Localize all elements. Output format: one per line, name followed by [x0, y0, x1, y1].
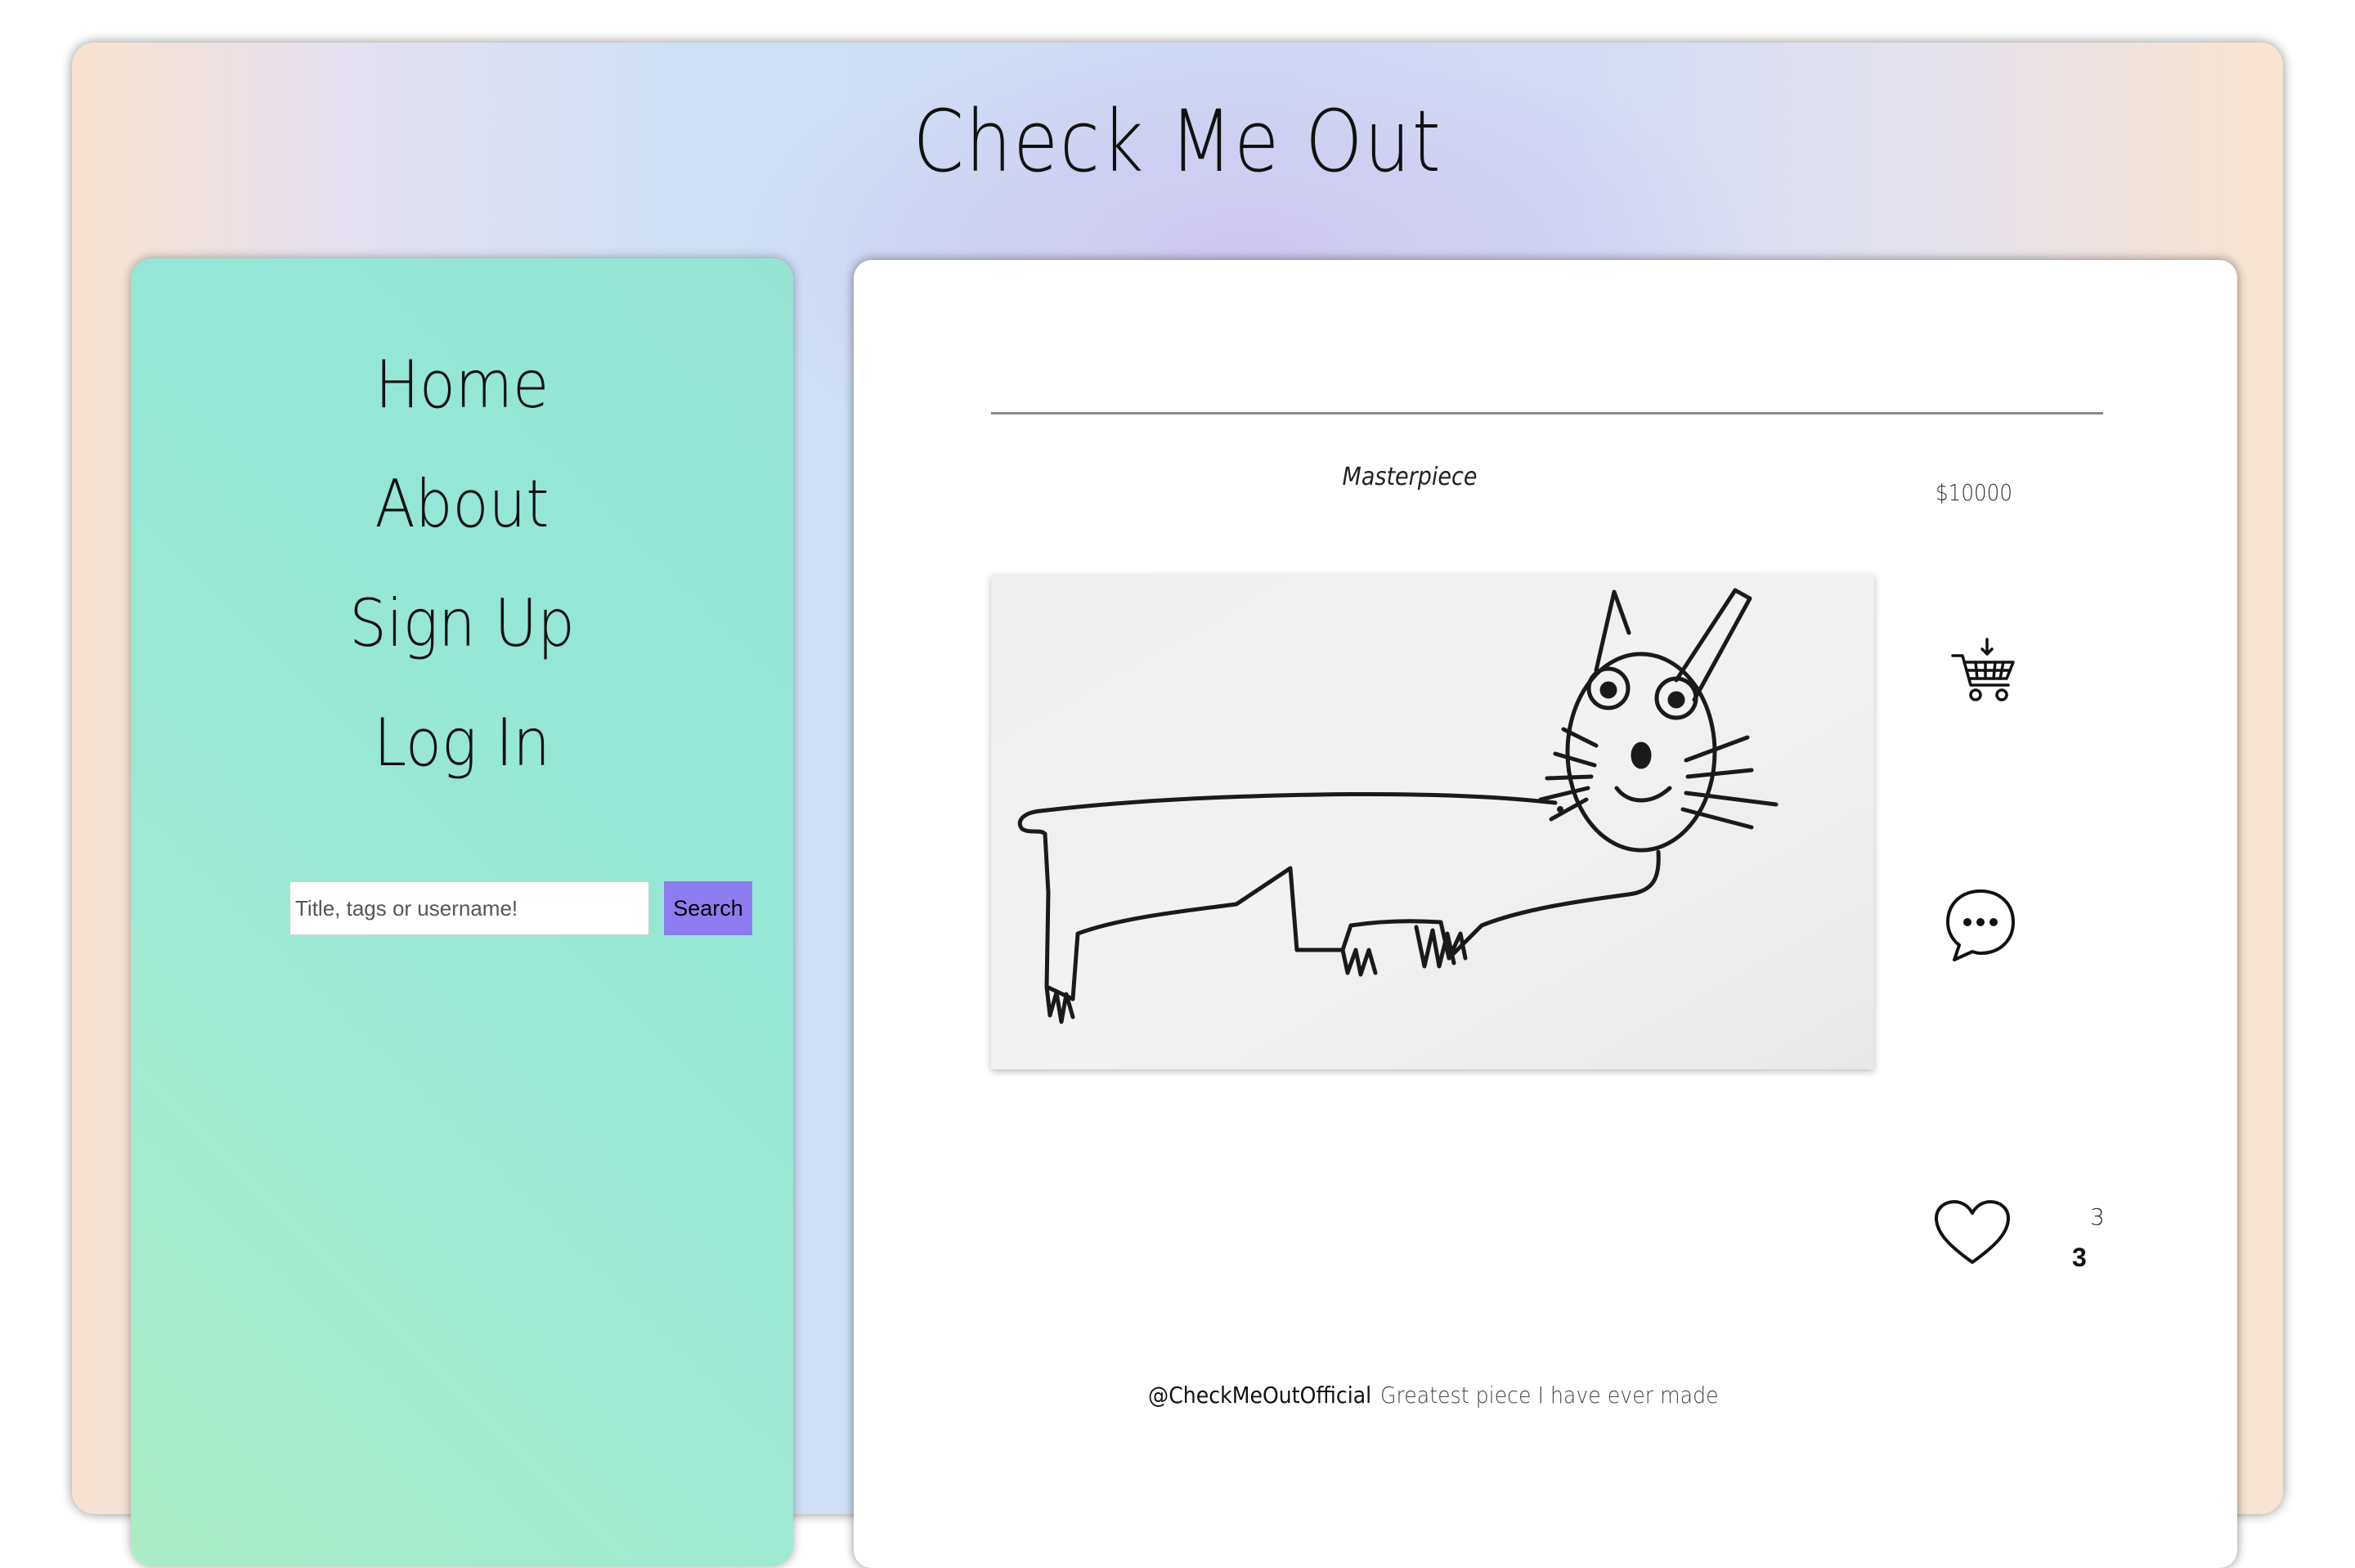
- post-panel: Masterpiece $10000 3 3 @CheckMeOutOffici…: [854, 260, 2237, 1568]
- divider: [991, 412, 2103, 414]
- search-input[interactable]: [289, 881, 649, 935]
- nav-signup-link[interactable]: Sign Up: [164, 585, 760, 661]
- nav-login-link[interactable]: Log In: [164, 705, 760, 781]
- post-caption: @CheckMeOutOfficial Greatest piece I have…: [1148, 1382, 1884, 1409]
- sidebar: Home About Sign Up Log In Search: [131, 258, 793, 1566]
- search-button[interactable]: Search: [664, 881, 752, 935]
- site-title: Check Me Out: [913, 92, 1442, 191]
- post-description: Greatest piece I have ever made: [1379, 1382, 1719, 1409]
- nav-about-link[interactable]: About: [164, 466, 760, 542]
- nav-home-link[interactable]: Home: [164, 347, 760, 423]
- comment-bubble-icon[interactable]: [1941, 885, 2020, 963]
- heart-icon[interactable]: [1933, 1198, 2012, 1267]
- post-username-link[interactable]: @CheckMeOutOfficial: [1148, 1382, 1371, 1409]
- artwork-image[interactable]: [991, 574, 1874, 1069]
- shopping-cart-icon[interactable]: [1949, 636, 2020, 706]
- like-count-total: 3: [2072, 1243, 2087, 1272]
- like-count: 3: [2090, 1203, 2105, 1230]
- page-frame: Check Me Out Home About Sign Up Log In S…: [72, 43, 2283, 1568]
- artwork-price: $10000: [1935, 479, 2013, 506]
- cat-drawing: [991, 574, 1874, 1069]
- artwork-title: Masterpiece: [1342, 463, 1478, 491]
